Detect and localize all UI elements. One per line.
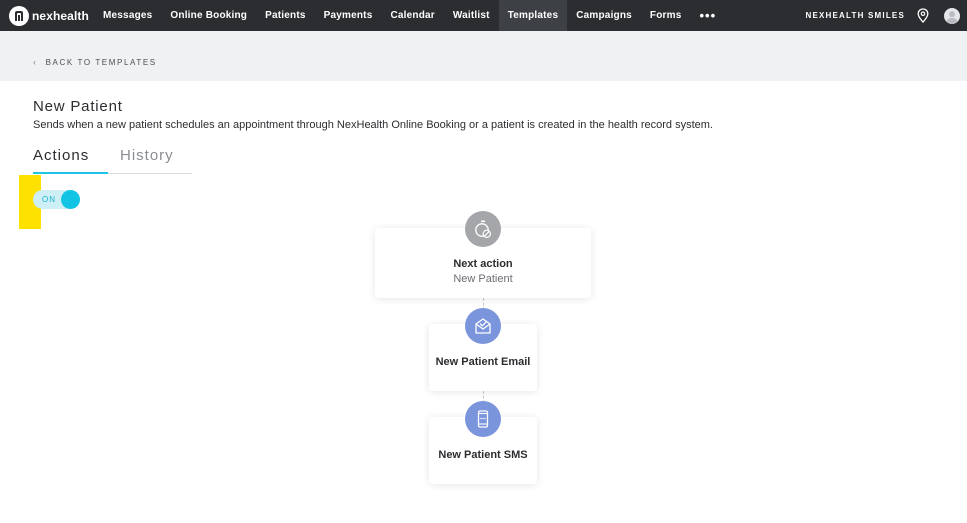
top-navigation: nexhealth Messages Online Booking Patien… (0, 0, 967, 31)
toggle-label: ON (42, 195, 56, 204)
location-pin-icon[interactable] (917, 8, 931, 24)
nav-item-patients[interactable]: Patients (256, 0, 315, 31)
logo-text: nexhealth (32, 8, 89, 23)
page-description: Sends when a new patient schedules an ap… (33, 119, 713, 131)
tab-actions[interactable]: Actions (33, 146, 108, 174)
nav-item-forms[interactable]: Forms (641, 0, 691, 31)
subheader: ‹ BACK TO TEMPLATES (0, 31, 967, 81)
nav-item-online-booking[interactable]: Online Booking (161, 0, 256, 31)
organization-name[interactable]: NEXHEALTH SMILES (805, 11, 905, 20)
node-title: Next action (453, 258, 513, 270)
nav-items: Messages Online Booking Patients Payment… (94, 0, 725, 31)
node-title: New Patient SMS (438, 449, 528, 461)
timer-off-icon (465, 211, 501, 247)
nexhealth-logo[interactable]: nexhealth (0, 0, 94, 31)
node-subtitle: New Patient (453, 273, 513, 285)
page-title: New Patient (33, 98, 123, 115)
on-off-toggle[interactable]: ON (33, 190, 80, 209)
tab-bar: Actions History (33, 146, 192, 174)
logo-icon (9, 5, 29, 26)
user-avatar[interactable] (944, 7, 960, 24)
back-link-label: BACK TO TEMPLATES (45, 57, 157, 67)
nav-item-payments[interactable]: Payments (315, 0, 382, 31)
chevron-left-icon: ‹ (33, 57, 38, 67)
nav-item-calendar[interactable]: Calendar (381, 0, 443, 31)
back-to-templates-link[interactable]: ‹ BACK TO TEMPLATES (33, 57, 157, 67)
nav-right: NEXHEALTH SMILES (805, 0, 967, 31)
more-menu-button[interactable]: ••• (690, 0, 725, 31)
nav-item-campaigns[interactable]: Campaigns (567, 0, 641, 31)
phone-icon (465, 401, 501, 437)
nav-item-templates[interactable]: Templates (498, 0, 568, 31)
tab-history[interactable]: History (120, 146, 174, 174)
toggle-knob (61, 190, 80, 209)
nav-item-messages[interactable]: Messages (94, 0, 161, 31)
node-title: New Patient Email (435, 356, 531, 368)
email-icon (465, 308, 501, 344)
nav-item-waitlist[interactable]: Waitlist (444, 0, 499, 31)
